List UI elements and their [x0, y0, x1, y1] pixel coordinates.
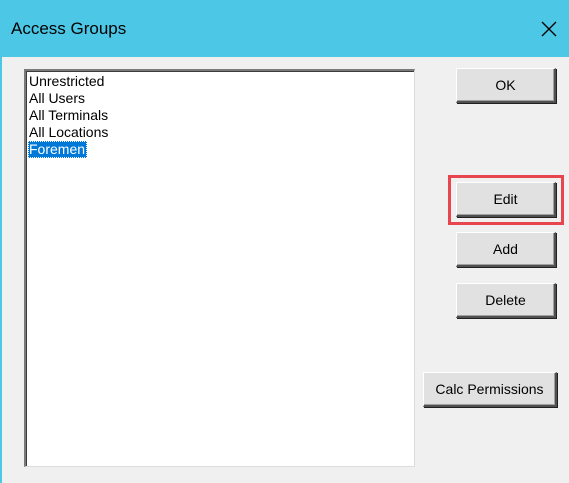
access-groups-listbox[interactable]: Unrestricted All Users All Terminals All… — [24, 69, 415, 467]
calc-permissions-button[interactable]: Calc Permissions — [423, 372, 557, 407]
add-button[interactable]: Add — [456, 232, 556, 267]
ok-button[interactable]: OK — [456, 68, 556, 103]
close-button[interactable] — [529, 10, 569, 48]
edit-button[interactable]: Edit — [456, 182, 556, 217]
list-item-all-users[interactable]: All Users — [28, 90, 87, 107]
window-title: Access Groups — [11, 19, 127, 38]
list-item-foremen[interactable]: Foremen — [28, 141, 88, 158]
window-border — [0, 57, 2, 483]
list-item-all-terminals[interactable]: All Terminals — [28, 107, 110, 124]
title-bar: Access Groups — [0, 0, 569, 57]
close-icon — [541, 21, 557, 37]
delete-button[interactable]: Delete — [456, 283, 556, 318]
list-item-all-locations[interactable]: All Locations — [28, 124, 110, 141]
list-item-unrestricted[interactable]: Unrestricted — [28, 73, 106, 90]
access-groups-dialog: Access Groups Unrestricted All Users All… — [0, 0, 569, 483]
